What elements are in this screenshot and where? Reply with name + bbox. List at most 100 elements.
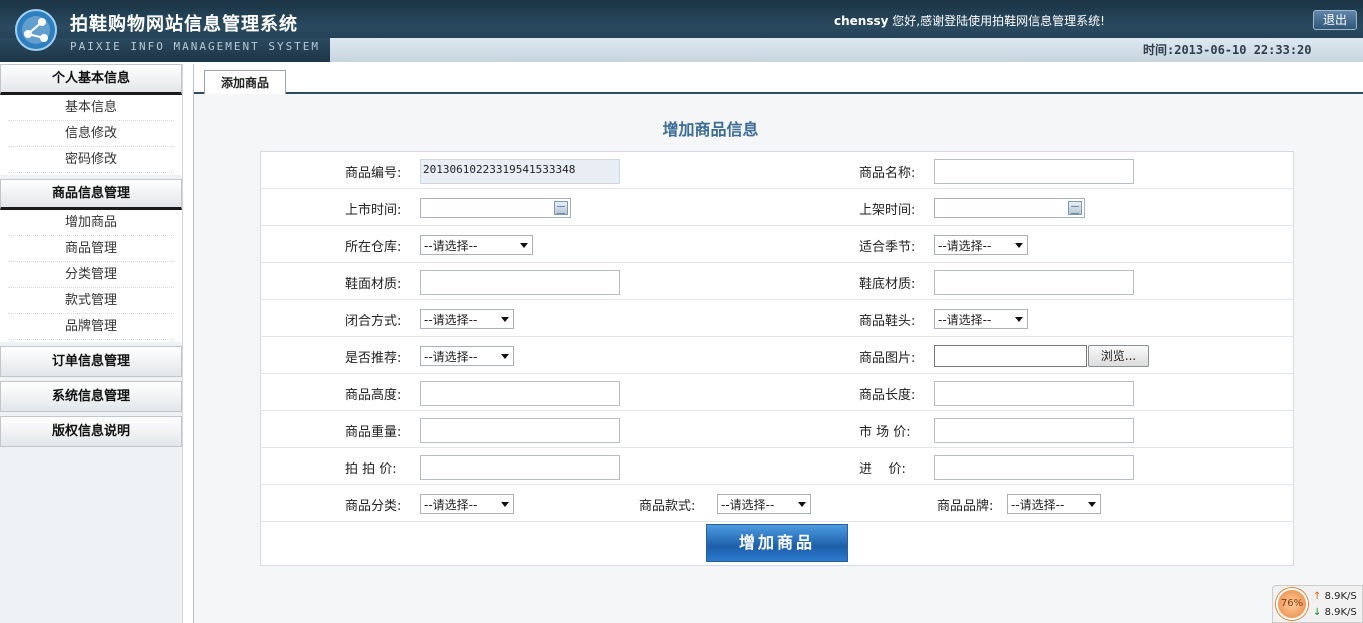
sole-material-label: 鞋底材质: [859, 277, 916, 292]
closure-select[interactable]: --请选择-- [420, 309, 514, 329]
shelf-time-input[interactable] [934, 198, 1085, 218]
weight-label: 商品重量: [345, 425, 402, 440]
sidebar-head-copyright[interactable]: 版权信息说明 [0, 416, 182, 447]
warehouse-select[interactable]: --请选择-- [420, 235, 533, 255]
chevron-down-icon [501, 354, 509, 359]
season-select-value: --请选择-- [938, 239, 992, 253]
form-row: 商品分类: --请选择-- 商品款式: --请选择-- 商品品牌: --请选择-… [261, 485, 1293, 522]
brand-label: 商品品牌: [937, 499, 994, 514]
height-input[interactable] [420, 381, 620, 406]
market-price-input[interactable] [934, 418, 1134, 443]
chevron-down-icon [520, 243, 528, 248]
tab-add-product[interactable]: 添加商品 [204, 70, 286, 94]
style-select[interactable]: --请选择-- [717, 494, 811, 514]
category-select[interactable]: --请选择-- [420, 494, 514, 514]
sidebar-head-orders[interactable]: 订单信息管理 [0, 346, 182, 377]
form-row: 鞋面材质: 鞋底材质: [261, 263, 1293, 300]
shelf-time-label: 上架时间: [859, 203, 916, 218]
style-label: 商品款式: [639, 499, 696, 514]
sidebar-head-system[interactable]: 系统信息管理 [0, 381, 182, 412]
sidebar-head-personal[interactable]: 个人基本信息 [0, 64, 182, 95]
form-row: 所在仓库: --请选择-- 适合季节: --请选择-- [261, 226, 1293, 263]
closure-label: 闭合方式: [345, 314, 402, 329]
welcome-message: chenssy 您好,感谢登陆使用拍鞋网信息管理系统! [834, 12, 1105, 29]
chevron-down-icon [501, 317, 509, 322]
network-speed-widget[interactable]: 76% ↑ 8.9K/S ↓ 8.9K/S [1272, 585, 1363, 623]
main-content: 添加商品 增加商品信息 商品编号: 2013061022331954153334… [193, 64, 1363, 623]
welcome-text: 您好,感谢登陆使用拍鞋网信息管理系统! [888, 14, 1105, 28]
product-id-field[interactable]: 20130610223319541533348 [420, 159, 620, 184]
sidebar-item-brand-manage[interactable]: 品牌管理 [8, 314, 174, 340]
add-product-submit-button[interactable]: 增加商品 [706, 524, 848, 562]
chevron-down-icon [1015, 317, 1023, 322]
sole-material-input[interactable] [934, 270, 1134, 295]
download-speed: ↓ 8.9K/S [1313, 607, 1357, 618]
upload-speed: ↑ 8.9K/S [1313, 591, 1357, 602]
form-row: 拍 拍 价: 进 价: [261, 448, 1293, 485]
length-input[interactable] [934, 381, 1134, 406]
network-percent: 76% [1276, 588, 1308, 620]
paixie-price-label: 拍 拍 价: [345, 462, 397, 477]
form-title: 增加商品信息 [662, 120, 759, 139]
height-label: 商品高度: [345, 388, 402, 403]
form-row: 商品重量: 市 场 价: [261, 411, 1293, 448]
browse-button[interactable]: 浏览... [1088, 345, 1149, 367]
upper-material-input[interactable] [420, 270, 620, 295]
length-label: 商品长度: [859, 388, 916, 403]
calendar-icon[interactable] [554, 201, 568, 215]
sidebar-section-products: 商品信息管理 增加商品 商品管理 分类管理 款式管理 品牌管理 [0, 179, 182, 342]
sidebar-item-edit-info[interactable]: 信息修改 [8, 121, 174, 147]
weight-input[interactable] [420, 418, 620, 443]
form-row: 商品高度: 商品长度: [261, 374, 1293, 411]
warehouse-label: 所在仓库: [345, 240, 402, 255]
sidebar-items-products: 增加商品 商品管理 分类管理 款式管理 品牌管理 [0, 210, 182, 342]
sidebar-items-personal: 基本信息 信息修改 密码修改 [0, 95, 182, 175]
paixie-price-input[interactable] [420, 455, 620, 480]
sidebar-item-category-manage[interactable]: 分类管理 [8, 262, 174, 288]
logo-icon [15, 9, 57, 51]
toe-label: 商品鞋头: [859, 314, 916, 329]
image-file-input[interactable] [934, 345, 1087, 367]
arrow-down-icon: ↓ [1313, 607, 1322, 618]
sidebar-head-products[interactable]: 商品信息管理 [0, 179, 182, 210]
sidebar-item-change-password[interactable]: 密码修改 [8, 147, 174, 173]
chevron-down-icon [798, 502, 806, 507]
product-name-label: 商品名称: [859, 166, 916, 181]
app-subtitle: PAIXIE INFO MANAGEMENT SYSTEM [70, 40, 321, 53]
product-name-input[interactable] [934, 159, 1134, 184]
warehouse-select-value: --请选择-- [424, 239, 478, 253]
recommend-select[interactable]: --请选择-- [420, 346, 514, 366]
form-row: 商品编号: 20130610223319541533348 商品名称: [261, 152, 1293, 189]
category-label: 商品分类: [345, 499, 402, 514]
form-row: 闭合方式: --请选择-- 商品鞋头: --请选择-- [261, 300, 1293, 337]
app-title: 拍鞋购物网站信息管理系统 [70, 14, 298, 35]
toe-select[interactable]: --请选择-- [934, 309, 1028, 329]
sidebar-item-add-product[interactable]: 增加商品 [8, 210, 174, 236]
market-price-label: 市 场 价: [859, 425, 911, 440]
sidebar-item-basic-info[interactable]: 基本信息 [8, 95, 174, 121]
style-select-value: --请选择-- [721, 498, 775, 512]
download-speed-value: 8.9K/S [1324, 607, 1357, 618]
tab-bar: 添加商品 [194, 64, 1363, 94]
chevron-down-icon [1088, 502, 1096, 507]
current-time: 时间:2013-06-10 22:33:20 [1143, 43, 1312, 57]
release-time-label: 上市时间: [345, 203, 402, 218]
brand-select[interactable]: --请选择-- [1007, 494, 1101, 514]
closure-select-value: --请选择-- [424, 313, 478, 327]
release-time-input[interactable] [420, 198, 571, 218]
sidebar-item-product-manage[interactable]: 商品管理 [8, 236, 174, 262]
purchase-price-input[interactable] [934, 455, 1134, 480]
top-header: 拍鞋购物网站信息管理系统 PAIXIE INFO MANAGEMENT SYST… [0, 0, 1363, 62]
toe-select-value: --请选择-- [938, 313, 992, 327]
season-label: 适合季节: [859, 240, 916, 255]
form-row: 是否推荐: --请选择-- 商品图片: 浏览... [261, 337, 1293, 374]
sidebar-item-style-manage[interactable]: 款式管理 [8, 288, 174, 314]
calendar-icon[interactable] [1068, 201, 1082, 215]
sidebar-section-personal: 个人基本信息 基本信息 信息修改 密码修改 [0, 64, 182, 175]
form-row: 上市时间: 上架时间: [261, 189, 1293, 226]
arrow-up-icon: ↑ [1313, 591, 1322, 602]
recommend-select-value: --请选择-- [424, 350, 478, 364]
recommend-label: 是否推荐: [345, 351, 402, 366]
season-select[interactable]: --请选择-- [934, 235, 1028, 255]
logout-button[interactable]: 退出 [1313, 10, 1357, 30]
